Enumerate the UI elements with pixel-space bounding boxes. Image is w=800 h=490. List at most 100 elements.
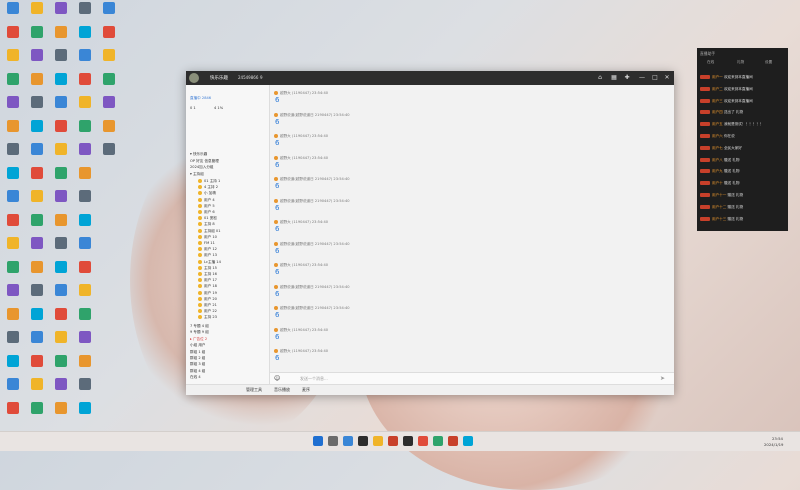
sidebar-member[interactable]: 用户 10 (198, 234, 217, 240)
desktop-shortcut-icon[interactable] (49, 25, 73, 38)
panel-tab[interactable]: 礼物 (737, 60, 744, 65)
desktop-shortcut-icon[interactable] (49, 2, 73, 14)
sidebar-member[interactable]: 用户 17 (198, 277, 217, 283)
minimize-button[interactable]: — (638, 74, 646, 82)
emoji-icon[interactable]: ☺ (274, 375, 280, 382)
chat-message[interactable]: 越野说道(越野说道日 2190447) 23:54:40 6 (274, 198, 350, 212)
taskbar-app-icon[interactable] (448, 436, 458, 446)
desktop-shortcut-icon[interactable] (1, 119, 25, 132)
desktop-shortcut-icon[interactable] (49, 307, 73, 320)
sidebar-group[interactable]: ▾ 主持组 (190, 171, 204, 177)
sidebar-member[interactable]: 用户 6 (198, 209, 215, 215)
desktop-shortcut-icon[interactable] (25, 284, 49, 296)
group-avatar[interactable] (189, 73, 199, 83)
desktop-shortcut-icon[interactable] (25, 260, 49, 273)
desktop-shortcut-icon[interactable] (25, 143, 49, 155)
chat-message[interactable]: 越野大 (1190447) 23:54:40 6 (274, 327, 328, 341)
desktop-shortcut-icon[interactable] (49, 119, 73, 132)
taskbar-date[interactable]: 2024/1/19 (764, 442, 783, 447)
maximize-button[interactable]: □ (651, 74, 659, 82)
sidebar-group[interactable]: ▸ 广告位 2 (190, 336, 207, 342)
chat-message[interactable]: 越野大 (1190447) 23:54:40 6 (274, 134, 328, 147)
desktop-shortcut-icon[interactable] (49, 166, 73, 179)
sidebar-member[interactable]: 主持组 01 (198, 228, 221, 234)
desktop-shortcut-icon[interactable] (1, 25, 25, 38)
sidebar-group[interactable]: OP 好友 信息管理 (190, 158, 219, 164)
desktop-shortcut-icon[interactable] (97, 72, 121, 85)
chat-message[interactable]: 越野大 (1190447) 23:54:40 6 (274, 220, 328, 233)
desktop-shortcut-icon[interactable] (1, 166, 25, 179)
desktop-shortcut-icon[interactable] (1, 213, 25, 226)
desktop-shortcut-icon[interactable] (73, 378, 97, 390)
desktop-shortcut-icon[interactable] (1, 260, 25, 273)
sidebar-member[interactable]: 用户 19 (198, 290, 217, 296)
sidebar-member[interactable]: 用户 22 (198, 308, 217, 314)
desktop-shortcut-icon[interactable] (97, 2, 121, 14)
desktop-shortcut-icon[interactable] (1, 331, 25, 343)
desktop-shortcut-icon[interactable] (73, 260, 97, 273)
desktop-shortcut-icon[interactable] (25, 96, 49, 108)
desktop-shortcut-icon[interactable] (73, 72, 97, 85)
sidebar-member[interactable]: 4 主持 2 (198, 184, 218, 190)
toolbar-item[interactable]: 麦序 (302, 387, 310, 393)
chat-message[interactable]: 越野大 (1190447) 23:54:40 6 (274, 91, 328, 104)
sidebar-member[interactable]: 主持 23 (198, 314, 217, 320)
home-icon[interactable]: ⌂ (596, 74, 604, 82)
taskbar-app-icon[interactable] (463, 436, 473, 446)
desktop-shortcut-icon[interactable] (1, 354, 25, 367)
desktop-shortcut-icon[interactable] (1, 284, 25, 296)
close-button[interactable]: ✕ (663, 74, 671, 82)
desktop-shortcut-icon[interactable] (25, 237, 49, 249)
desktop-shortcut-icon[interactable] (73, 237, 97, 249)
sidebar-member[interactable]: 用户 18 (198, 283, 217, 289)
desktop-shortcut-icon[interactable] (25, 401, 49, 414)
desktop-shortcut-icon[interactable] (73, 166, 97, 179)
desktop-shortcut-icon[interactable] (73, 213, 97, 226)
desktop-shortcut-icon[interactable] (49, 401, 73, 414)
sidebar-group[interactable]: 9 专题 9 组 (190, 329, 209, 335)
desktop-shortcut-icon[interactable] (73, 25, 97, 38)
desktop-shortcut-icon[interactable] (49, 49, 73, 61)
desktop-shortcut-icon[interactable] (73, 143, 97, 155)
taskbar-app-icon[interactable] (358, 436, 368, 446)
sidebar-group[interactable]: 群组 4 组 (190, 368, 205, 374)
chat-message[interactable]: 越野说道(越野说道日 2190447) 23:54:40 6 (274, 177, 350, 190)
sidebar-member[interactable]: 用户 20 (198, 296, 217, 302)
desktop-shortcut-icon[interactable] (73, 354, 97, 367)
sidebar-member[interactable]: 主持 8 (198, 221, 215, 227)
desktop-shortcut-icon[interactable] (73, 331, 97, 343)
desktop-shortcut-icon[interactable] (49, 284, 73, 296)
taskbar-app-icon[interactable] (388, 436, 398, 446)
desktop-shortcut-icon[interactable] (73, 49, 97, 61)
desktop-shortcut-icon[interactable] (49, 260, 73, 273)
taskbar-app-icon[interactable] (418, 436, 428, 446)
grid-icon[interactable]: ▦ (610, 74, 618, 82)
sidebar-member[interactable]: 用户 21 (198, 302, 217, 308)
chat-message[interactable]: 越野说道(越野说道日 2190447) 23:54:40 6 (274, 112, 350, 126)
chat-message-area[interactable]: 越野大 (1190447) 23:54:40 6 越野说道(越野说道日 219044… (270, 85, 674, 372)
toolbar-item[interactable]: 管理工具 (246, 387, 262, 393)
desktop-shortcut-icon[interactable] (73, 284, 97, 296)
desktop-shortcut-icon[interactable] (25, 213, 49, 226)
desktop-shortcut-icon[interactable] (25, 307, 49, 320)
sidebar-member[interactable]: 小 加精 (198, 190, 216, 196)
desktop-shortcut-icon[interactable] (97, 25, 121, 38)
desktop-shortcut-icon[interactable] (49, 213, 73, 226)
panel-tab[interactable]: 在线 (707, 60, 714, 65)
desktop-shortcut-icon[interactable] (25, 72, 49, 85)
desktop-shortcut-icon[interactable] (1, 96, 25, 108)
desktop-shortcut-icon[interactable] (1, 2, 25, 14)
desktop-shortcut-icon[interactable] (25, 166, 49, 179)
chat-message[interactable]: 越野大 (1190447) 23:54:40 6 (274, 263, 328, 276)
sidebar-member[interactable]: 主持 15 (198, 265, 217, 271)
sidebar-group[interactable]: 群组 1 组 (190, 349, 205, 355)
desktop-shortcut-icon[interactable] (1, 72, 25, 85)
chat-message[interactable]: 越野大 (1190447) 23:54:40 6 (274, 155, 328, 169)
desktop-shortcut-icon[interactable] (73, 96, 97, 108)
sidebar-member[interactable]: 用户 4 (198, 197, 215, 203)
taskbar-app-icon[interactable] (403, 436, 413, 446)
panel-tab[interactable]: 设置 (765, 60, 772, 65)
sidebar-member[interactable]: 用户 12 (198, 246, 217, 252)
start-icon[interactable] (313, 436, 323, 446)
desktop-shortcut-icon[interactable] (25, 49, 49, 61)
